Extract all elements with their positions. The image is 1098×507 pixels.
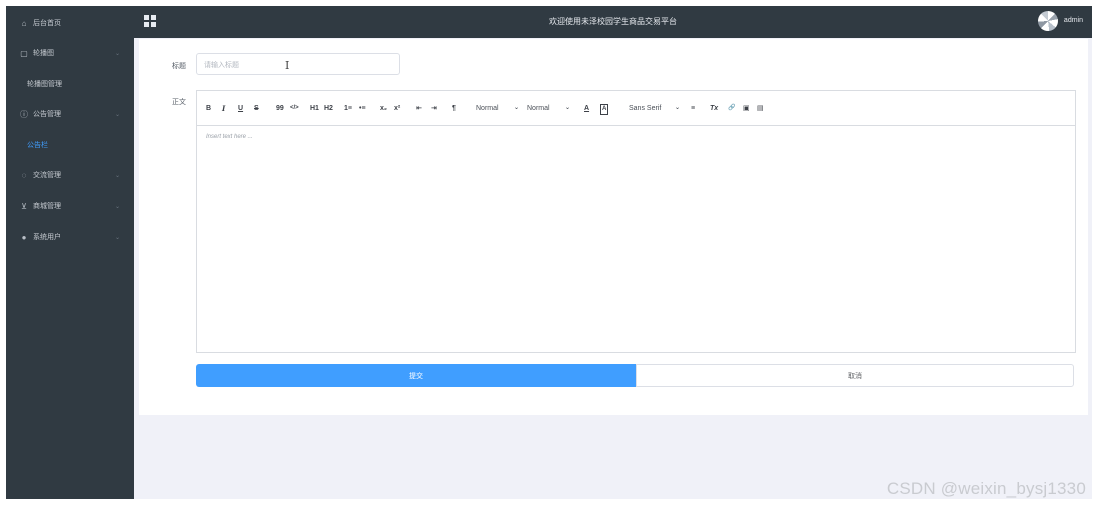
sidebar-item-carousel[interactable]: ▢ 轮播图 ⌄ bbox=[6, 38, 134, 68]
italic-icon[interactable]: I bbox=[222, 104, 225, 113]
info-icon: ⓘ bbox=[20, 109, 28, 119]
text-cursor-icon: I bbox=[285, 59, 290, 72]
underline-icon[interactable]: U bbox=[238, 104, 243, 113]
sidebar-subitem-carousel-manage[interactable]: 轮播图管理 bbox=[6, 69, 134, 99]
form-card: 标题 I 正文 B I U S 99 </> H1 H2 1≡ •≡ bbox=[139, 39, 1088, 415]
sidebar-item-label: 轮播图 bbox=[33, 50, 54, 57]
video-icon[interactable]: ▤ bbox=[757, 104, 764, 113]
editor-content-area[interactable]: Insert text here ... bbox=[197, 126, 1075, 352]
image-icon[interactable]: ▣ bbox=[743, 104, 750, 113]
indent-icon[interactable]: ⇥ bbox=[431, 104, 437, 113]
bold-icon[interactable]: B bbox=[206, 104, 211, 113]
image-icon: ▢ bbox=[20, 48, 28, 58]
header2-icon[interactable]: H2 bbox=[324, 104, 333, 113]
rich-text-editor: B I U S 99 </> H1 H2 1≡ •≡ x₂ x² ⇤ ⇥ ¶ N… bbox=[196, 90, 1076, 353]
submit-button[interactable]: 提交 bbox=[196, 364, 636, 387]
sidebar-item-label: 系统用户 bbox=[33, 234, 61, 241]
app-frame: ⌂ 后台首页 ▢ 轮播图 ⌄ 轮播图管理 ⓘ 公告管理 ⌄ 公告栏 ◌ 交流管理… bbox=[6, 6, 1092, 499]
chevron-down-icon: ⌄ bbox=[114, 111, 120, 118]
align-icon[interactable]: ≡ bbox=[691, 104, 695, 113]
title-input[interactable] bbox=[197, 55, 399, 76]
chat-icon: ◌ bbox=[21, 170, 27, 180]
chevron-down-icon[interactable]: ⌄ bbox=[565, 104, 570, 113]
quote-icon[interactable]: 99 bbox=[276, 104, 284, 113]
link-icon[interactable]: 🔗 bbox=[728, 104, 735, 113]
sidebar-item-mall[interactable]: ⊻ 商城管理 ⌄ bbox=[6, 191, 134, 221]
sidebar: ⌂ 后台首页 ▢ 轮播图 ⌄ 轮播图管理 ⓘ 公告管理 ⌄ 公告栏 ◌ 交流管理… bbox=[6, 6, 134, 499]
title-label: 标题 bbox=[172, 63, 186, 70]
sidebar-item-label: 商城管理 bbox=[33, 203, 61, 210]
chevron-down-icon: ⌄ bbox=[114, 234, 120, 241]
size-select[interactable]: Normal bbox=[476, 104, 499, 113]
username-label[interactable]: admin bbox=[1064, 17, 1083, 24]
header-select[interactable]: Normal bbox=[527, 104, 550, 113]
sidebar-item-label: 轮播图管理 bbox=[27, 81, 62, 88]
chevron-down-icon: ⌄ bbox=[114, 50, 120, 57]
sidebar-item-system-users[interactable]: ● 系统用户 ⌄ bbox=[6, 222, 134, 252]
sidebar-item-communication[interactable]: ◌ 交流管理 ⌄ bbox=[6, 160, 134, 190]
editor-placeholder: Insert text here ... bbox=[206, 134, 253, 140]
avatar[interactable] bbox=[1038, 11, 1058, 31]
clean-format-icon[interactable]: Tx bbox=[710, 104, 718, 113]
superscript-icon[interactable]: x² bbox=[394, 104, 400, 113]
cancel-button[interactable]: 取消 bbox=[636, 364, 1074, 387]
strike-icon[interactable]: S bbox=[254, 104, 259, 113]
sidebar-item-label: 公告栏 bbox=[27, 142, 48, 149]
chevron-down-icon: ⌄ bbox=[114, 172, 120, 179]
page-title: 欢迎使用未泽校园学生商品交易平台 bbox=[549, 17, 677, 26]
background-color-icon[interactable]: A bbox=[600, 104, 609, 115]
subscript-icon[interactable]: x₂ bbox=[380, 104, 387, 113]
sidebar-subitem-notice-board[interactable]: 公告栏 bbox=[6, 130, 134, 160]
chevron-down-icon: ⌄ bbox=[114, 203, 120, 210]
direction-icon[interactable]: ¶ bbox=[452, 104, 456, 113]
sidebar-item-home[interactable]: ⌂ 后台首页 bbox=[6, 8, 134, 38]
user-icon: ● bbox=[21, 232, 27, 242]
header1-icon[interactable]: H1 bbox=[310, 104, 319, 113]
main-content: 标题 I 正文 B I U S 99 </> H1 H2 1≡ •≡ bbox=[134, 38, 1092, 499]
font-select[interactable]: Sans Serif bbox=[629, 104, 661, 113]
text-color-icon[interactable]: A bbox=[584, 104, 589, 113]
chevron-down-icon[interactable]: ⌄ bbox=[514, 104, 519, 113]
title-field[interactable]: I bbox=[196, 53, 400, 76]
top-bar: 欢迎使用未泽校园学生商品交易平台 admin bbox=[134, 6, 1092, 38]
chevron-down-icon[interactable]: ⌄ bbox=[675, 104, 680, 113]
body-label: 正文 bbox=[172, 99, 186, 106]
ordered-list-icon[interactable]: 1≡ bbox=[344, 104, 352, 113]
editor-toolbar: B I U S 99 </> H1 H2 1≡ •≡ x₂ x² ⇤ ⇥ ¶ N… bbox=[197, 91, 1075, 126]
sidebar-item-label: 后台首页 bbox=[33, 20, 61, 27]
cart-icon: ⊻ bbox=[21, 201, 27, 211]
watermark: CSDN @weixin_bysj1330 bbox=[886, 479, 1086, 498]
sidebar-item-notice[interactable]: ⓘ 公告管理 ⌄ bbox=[6, 99, 134, 129]
home-icon: ⌂ bbox=[21, 18, 27, 28]
bullet-list-icon[interactable]: •≡ bbox=[359, 104, 366, 113]
sidebar-item-label: 公告管理 bbox=[33, 111, 61, 118]
sidebar-item-label: 交流管理 bbox=[33, 172, 61, 179]
outdent-icon[interactable]: ⇤ bbox=[416, 104, 422, 113]
code-icon[interactable]: </> bbox=[290, 104, 299, 113]
